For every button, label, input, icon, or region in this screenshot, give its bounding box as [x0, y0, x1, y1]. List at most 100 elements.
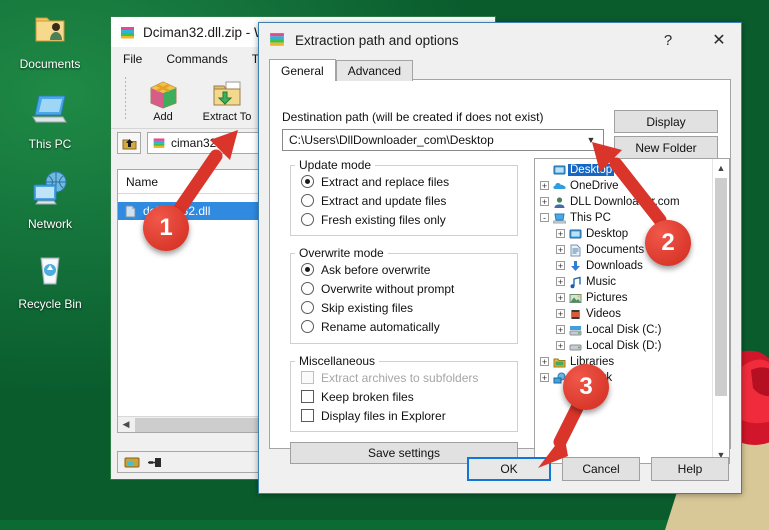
radio-extract-and-update-files[interactable]: Extract and update files — [291, 191, 517, 210]
local-disk-c-icon — [567, 324, 584, 337]
destination-path-input[interactable]: C:\Users\DllDownloader_com\Desktop ▼ — [282, 129, 604, 151]
option-label: Extract archives to subfolders — [321, 370, 479, 385]
destination-path-group: Destination path (will be created if doe… — [282, 110, 604, 151]
desktop-icon-label: Documents — [19, 57, 81, 71]
radio-indicator[interactable] — [301, 175, 314, 188]
expand-icon[interactable]: + — [554, 228, 567, 240]
tree-item-libraries[interactable]: + Libraries — [538, 354, 712, 370]
desktop-icon — [551, 164, 568, 177]
dialog-titlebar[interactable]: Extraction path and options ? ✕ — [259, 23, 741, 57]
update-mode-legend: Update mode — [299, 158, 372, 172]
destination-path-value: C:\Users\DllDownloader_com\Desktop — [289, 133, 494, 147]
toolbar-button-add[interactable]: Add — [132, 75, 194, 123]
desktop-icon-label: Network — [27, 217, 72, 231]
expand-icon[interactable]: + — [554, 340, 567, 352]
winrar-books-icon — [121, 26, 134, 38]
radio-indicator[interactable] — [301, 194, 314, 207]
checkbox-extract-archives-to-subfolders: Extract archives to subfolders — [291, 368, 517, 387]
marker-1: 1 — [143, 205, 189, 251]
menu-file[interactable]: File — [123, 52, 142, 66]
option-label: Extract and update files — [321, 193, 447, 208]
desktop-icon-label: Recycle Bin — [18, 297, 82, 311]
help-titlebar-button[interactable]: ? — [648, 25, 688, 55]
checkbox-indicator[interactable] — [301, 409, 314, 422]
marker-number: 2 — [661, 229, 675, 256]
pictures-icon — [567, 292, 584, 305]
tree-item-local-disk-d[interactable]: + Local Disk (D:) — [538, 338, 712, 354]
marker-number: 3 — [579, 373, 593, 400]
expand-icon[interactable]: + — [554, 260, 567, 272]
radio-ask-before-overwrite[interactable]: Ask before overwrite — [291, 260, 517, 279]
option-label: Fresh existing files only — [321, 212, 446, 227]
overwrite-mode-legend: Overwrite mode — [299, 246, 384, 260]
overwrite-mode-group: Overwrite mode Ask before overwrite Over… — [290, 246, 518, 344]
tree-item-downloads[interactable]: + Downloads — [538, 258, 712, 274]
expand-icon[interactable]: + — [554, 292, 567, 304]
desktop-icon-documents[interactable]: Documents — [0, 8, 100, 71]
tab-general[interactable]: General — [269, 59, 336, 81]
expand-icon[interactable]: + — [538, 356, 551, 368]
desktop-icon-this-pc[interactable]: This PC — [0, 88, 100, 151]
checkbox-indicator — [301, 371, 314, 384]
toolbar-button-extract-to[interactable]: Extract To — [196, 75, 258, 123]
user-icon — [551, 196, 568, 209]
tree-item-label: Music — [586, 276, 617, 288]
menu-commands[interactable]: Commands — [166, 52, 227, 66]
option-label: Rename automatically — [321, 319, 440, 334]
scroll-up-icon[interactable]: ▲ — [713, 159, 729, 176]
expand-icon[interactable]: + — [554, 308, 567, 320]
scrollbar-thumb[interactable] — [715, 178, 727, 396]
radio-fresh-existing-files-only[interactable]: Fresh existing files only — [291, 210, 517, 229]
expand-icon[interactable]: + — [538, 196, 551, 208]
dialog-title-text: Extraction path and options — [295, 32, 459, 48]
radio-indicator[interactable] — [301, 320, 314, 333]
marker-2: 2 — [645, 220, 691, 266]
onedrive-icon — [551, 180, 568, 193]
expand-icon[interactable]: + — [538, 180, 551, 192]
extract-to-icon — [196, 77, 258, 111]
local-disk-d-icon — [567, 340, 584, 353]
option-label: Keep broken files — [321, 389, 414, 404]
close-icon[interactable]: ✕ — [697, 25, 741, 55]
checkbox-keep-broken-files[interactable]: Keep broken files — [291, 387, 517, 406]
desktop-icon-label: This PC — [28, 137, 72, 151]
tree-item-videos[interactable]: + Videos — [538, 306, 712, 322]
radio-rename-automatically[interactable]: Rename automatically — [291, 317, 517, 336]
scroll-left-icon[interactable]: ◀ — [118, 417, 134, 433]
vertical-scrollbar[interactable]: ▲ ▼ — [712, 159, 729, 463]
radio-extract-and-replace-files[interactable]: Extract and replace files — [291, 172, 517, 191]
expand-icon[interactable]: + — [554, 244, 567, 256]
radio-indicator[interactable] — [301, 213, 314, 226]
option-label: Extract and replace files — [321, 174, 450, 189]
collapse-icon[interactable]: - — [538, 212, 551, 224]
network-icon — [0, 168, 100, 214]
tree-item-label: Local Disk (C:) — [586, 324, 662, 336]
downloads-icon — [567, 260, 584, 273]
tree-item-local-disk-c[interactable]: + Local Disk (C:) — [538, 322, 712, 338]
key-status-icon — [148, 457, 161, 467]
tab-advanced[interactable]: Advanced — [335, 60, 414, 81]
up-folder-button[interactable] — [117, 132, 141, 154]
radio-indicator[interactable] — [301, 282, 314, 295]
radio-indicator[interactable] — [301, 263, 314, 276]
winrar-books-icon — [270, 33, 284, 46]
desktop-icon-recycle-bin[interactable]: Recycle Bin — [0, 248, 100, 311]
desktop-icon-network[interactable]: Network — [0, 168, 100, 231]
archive-status-icon — [124, 457, 140, 467]
marker-3: 3 — [563, 364, 609, 410]
radio-indicator[interactable] — [301, 301, 314, 314]
tree-item-pictures[interactable]: + Pictures — [538, 290, 712, 306]
expand-icon[interactable]: + — [554, 324, 567, 336]
tree-item-label: Local Disk (D:) — [586, 340, 662, 352]
tree-item-music[interactable]: + Music — [538, 274, 712, 290]
help-button[interactable]: Help — [651, 457, 729, 481]
tree-item-label: Downloads — [586, 260, 643, 272]
option-label: Overwrite without prompt — [321, 281, 455, 296]
radio-skip-existing-files[interactable]: Skip existing files — [291, 298, 517, 317]
expand-icon[interactable]: + — [554, 276, 567, 288]
dialog-tabs[interactable]: General Advanced — [269, 59, 741, 81]
checkbox-display-files-in-explorer[interactable]: Display files in Explorer — [291, 406, 517, 425]
checkbox-indicator[interactable] — [301, 390, 314, 403]
display-button[interactable]: Display — [614, 110, 718, 133]
radio-overwrite-without-prompt[interactable]: Overwrite without prompt — [291, 279, 517, 298]
